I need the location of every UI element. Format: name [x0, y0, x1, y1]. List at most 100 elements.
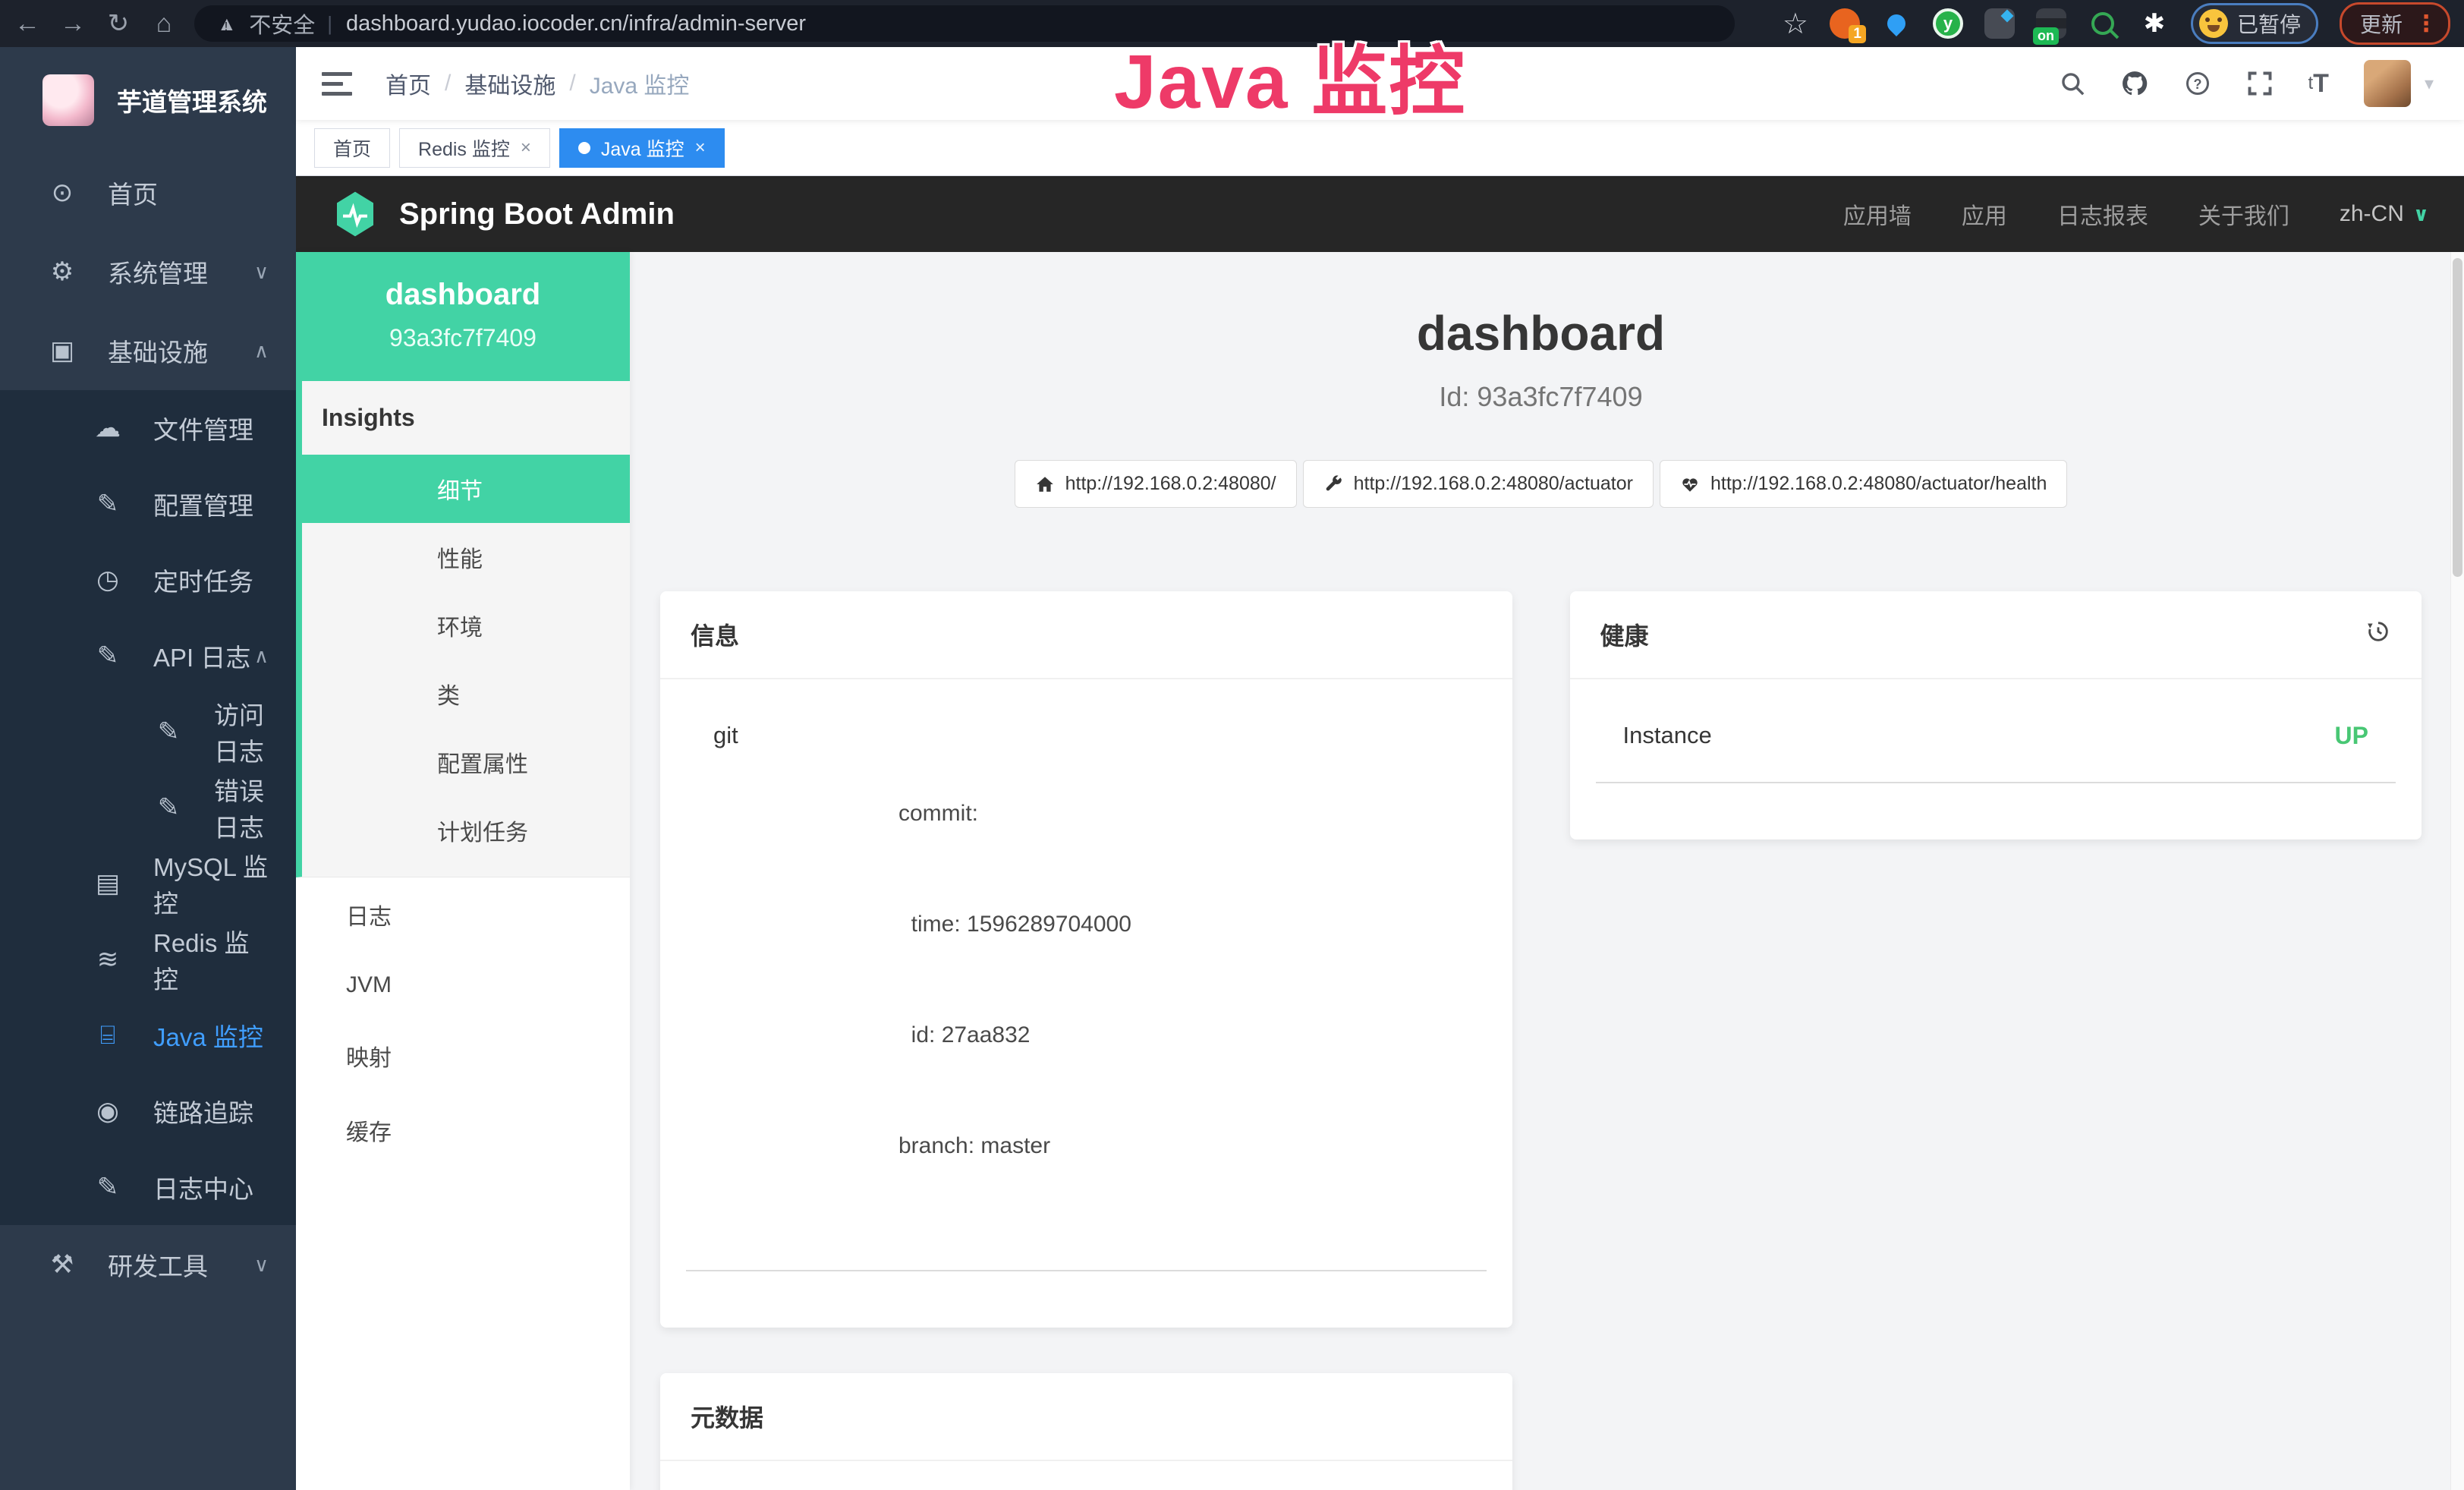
- actuator-url-button[interactable]: http://192.168.0.2:48080/actuator: [1303, 460, 1654, 508]
- sidebar-item-mysql[interactable]: ▤ MySQL 监控: [0, 846, 296, 921]
- info-card: 信息 git commit: time: 1596289704000 id: 2…: [660, 591, 1512, 1328]
- sba-locale-select[interactable]: zh-CN ∨: [2340, 201, 2429, 227]
- sba-item-metrics[interactable]: 性能: [302, 523, 630, 591]
- sba-nav-wallboard[interactable]: 应用墙: [1843, 197, 1912, 231]
- sidebar-item-infra[interactable]: ▣ 基础设施 ∧: [0, 311, 296, 390]
- sidebar-item-redis[interactable]: ≋ Redis 监控: [0, 921, 296, 997]
- sba-nav-about[interactable]: 关于我们: [2198, 197, 2289, 231]
- help-icon[interactable]: ?: [2184, 70, 2211, 97]
- profile-paused-badge[interactable]: 已暂停: [2191, 3, 2318, 44]
- insights-label: Insights: [302, 381, 630, 455]
- sba-main: dashboard Id: 93a3fc7f7409 http://192.16…: [630, 252, 2464, 1490]
- extension-icon-tabs[interactable]: on: [2036, 8, 2066, 39]
- sba-logo-icon: [331, 190, 379, 238]
- edit-icon: ✎: [91, 489, 124, 519]
- instance-links: http://192.168.0.2:48080/ http://192.168…: [660, 460, 2422, 508]
- sba-nav-applications[interactable]: 应用: [1962, 197, 2007, 231]
- instance-header[interactable]: dashboard 93a3fc7f7409: [296, 252, 630, 381]
- bookmark-star-icon[interactable]: ☆: [1783, 7, 1808, 41]
- metadata-card-title: 元数据: [691, 1399, 763, 1434]
- wrench-icon: [1323, 474, 1343, 494]
- hamburger-icon[interactable]: [322, 72, 352, 96]
- breadcrumb-home[interactable]: 首页: [385, 67, 431, 100]
- sba-item-details[interactable]: 细节: [296, 455, 630, 523]
- annotation-text: Java 监控: [1114, 20, 1466, 130]
- sba-item-config-props[interactable]: 配置属性: [302, 728, 630, 796]
- sba-nav-journal[interactable]: 日志报表: [2057, 197, 2148, 231]
- puzzle-extension-icon[interactable]: ✱: [2139, 8, 2170, 39]
- sidebar-item-access-log[interactable]: ✎ 访问日志: [0, 694, 296, 770]
- app-sidebar: 芋道管理系统 ⊙ 首页 ⚙ 系统管理 ∨ ▣ 基础设施 ∧ ☁ 文件管理: [0, 47, 296, 1490]
- sba-item-jvm[interactable]: JVM: [296, 952, 630, 1019]
- health-url-button[interactable]: http://192.168.0.2:48080/actuator/health: [1660, 460, 2067, 508]
- search-icon[interactable]: [2060, 71, 2085, 96]
- extension-icon-grid[interactable]: [1984, 8, 2015, 39]
- close-icon[interactable]: ×: [695, 137, 706, 159]
- address-bar[interactable]: ▲! 不安全 | dashboard.yudao.iocoder.cn/infr…: [194, 5, 1735, 42]
- extension-icon-magnifier[interactable]: [2088, 8, 2118, 39]
- insights-group: Insights 细节 性能 环境 类 配置属性 计划任务: [296, 381, 630, 877]
- back-icon[interactable]: ←: [8, 4, 47, 43]
- info-card-title: 信息: [691, 617, 739, 652]
- browser-menu-icon[interactable]: ⋮: [2415, 11, 2437, 37]
- instance-id: 93a3fc7f7409: [304, 324, 622, 352]
- page-subtitle: Id: 93a3fc7f7409: [660, 381, 2422, 413]
- gear-icon: ⚙: [46, 257, 79, 287]
- home-icon[interactable]: ⌂: [144, 4, 184, 43]
- chevron-down-icon[interactable]: ▾: [2425, 73, 2434, 95]
- security-label: 不安全: [249, 8, 315, 39]
- sidebar-item-system[interactable]: ⚙ 系统管理 ∨: [0, 232, 296, 311]
- sba-item-caches[interactable]: 缓存: [296, 1093, 630, 1167]
- sba-item-environment[interactable]: 环境: [302, 591, 630, 660]
- log-icon: ✎: [152, 717, 185, 747]
- sidebar-item-job[interactable]: ◷ 定时任务: [0, 542, 296, 618]
- tab-java-monitor[interactable]: Java 监控 ×: [559, 128, 725, 168]
- close-icon[interactable]: ×: [521, 137, 531, 159]
- active-tab-dot: [578, 142, 590, 154]
- monitor-icon: ⌸: [91, 1021, 124, 1051]
- tab-redis-monitor[interactable]: Redis 监控 ×: [399, 128, 550, 168]
- extension-icon-y[interactable]: y: [1933, 8, 1963, 39]
- extension-icon-pin[interactable]: [1881, 8, 1912, 39]
- toolbox-icon: ⚒: [46, 1249, 79, 1280]
- sidebar-item-tracing[interactable]: ◉ 链路追踪: [0, 1073, 296, 1149]
- sidebar-item-file[interactable]: ☁ 文件管理: [0, 390, 296, 466]
- extension-icon-orange[interactable]: 1: [1830, 8, 1860, 39]
- sba-item-mappings[interactable]: 映射: [296, 1019, 630, 1093]
- svg-text:?: ?: [2193, 77, 2201, 92]
- avatar[interactable]: [2364, 60, 2411, 107]
- sidebar-item-home[interactable]: ⊙ 首页: [0, 153, 296, 232]
- github-icon[interactable]: [2120, 69, 2149, 98]
- breadcrumb-infra[interactable]: 基础设施: [464, 67, 555, 100]
- sidebar-item-error-log[interactable]: ✎ 错误日志: [0, 770, 296, 846]
- chevron-down-icon: ∨: [2413, 203, 2429, 226]
- sidebar-item-dev-tools[interactable]: ⚒ 研发工具 ∨: [0, 1225, 296, 1304]
- sba-header: Spring Boot Admin 应用墙 应用 日志报表 关于我们 zh-CN…: [296, 176, 2464, 252]
- tab-home[interactable]: 首页: [314, 128, 390, 168]
- reload-icon[interactable]: ↻: [99, 4, 138, 43]
- sidebar-item-api-log[interactable]: ✎ API 日志 ∧: [0, 618, 296, 694]
- chevron-up-icon: ∧: [254, 339, 269, 363]
- health-card: 健康 Instance: [1570, 591, 2422, 840]
- sba-item-classes[interactable]: 类: [302, 660, 630, 728]
- sidebar-item-java-monitor[interactable]: ⌸ Java 监控: [0, 997, 296, 1073]
- sba-item-logs[interactable]: 日志: [296, 877, 630, 952]
- history-icon[interactable]: [2365, 619, 2391, 650]
- fullscreen-icon[interactable]: [2246, 70, 2274, 97]
- sba-brand[interactable]: Spring Boot Admin: [331, 190, 675, 238]
- edit-icon: ✎: [91, 1172, 124, 1202]
- service-url-button[interactable]: http://192.168.0.2:48080/: [1015, 460, 1297, 508]
- font-size-icon[interactable]: tT: [2308, 69, 2329, 99]
- timer-icon: ◷: [91, 565, 124, 595]
- sidebar-item-log-center[interactable]: ✎ 日志中心: [0, 1149, 296, 1225]
- scrollbar[interactable]: [2450, 252, 2464, 1490]
- info-git-row: git commit: time: 1596289704000 id: 27aa…: [660, 679, 1512, 1238]
- scrollbar-thumb[interactable]: [2453, 258, 2462, 577]
- chrome-update-button[interactable]: 更新 ⋮: [2340, 2, 2450, 45]
- forward-icon[interactable]: →: [53, 4, 93, 43]
- monitor-icon: ▣: [46, 335, 79, 366]
- extension-on-badge: on: [2033, 27, 2059, 45]
- app-logo-row: 芋道管理系统: [0, 47, 296, 153]
- sidebar-item-config[interactable]: ✎ 配置管理: [0, 466, 296, 542]
- sba-item-scheduled-tasks[interactable]: 计划任务: [302, 796, 630, 865]
